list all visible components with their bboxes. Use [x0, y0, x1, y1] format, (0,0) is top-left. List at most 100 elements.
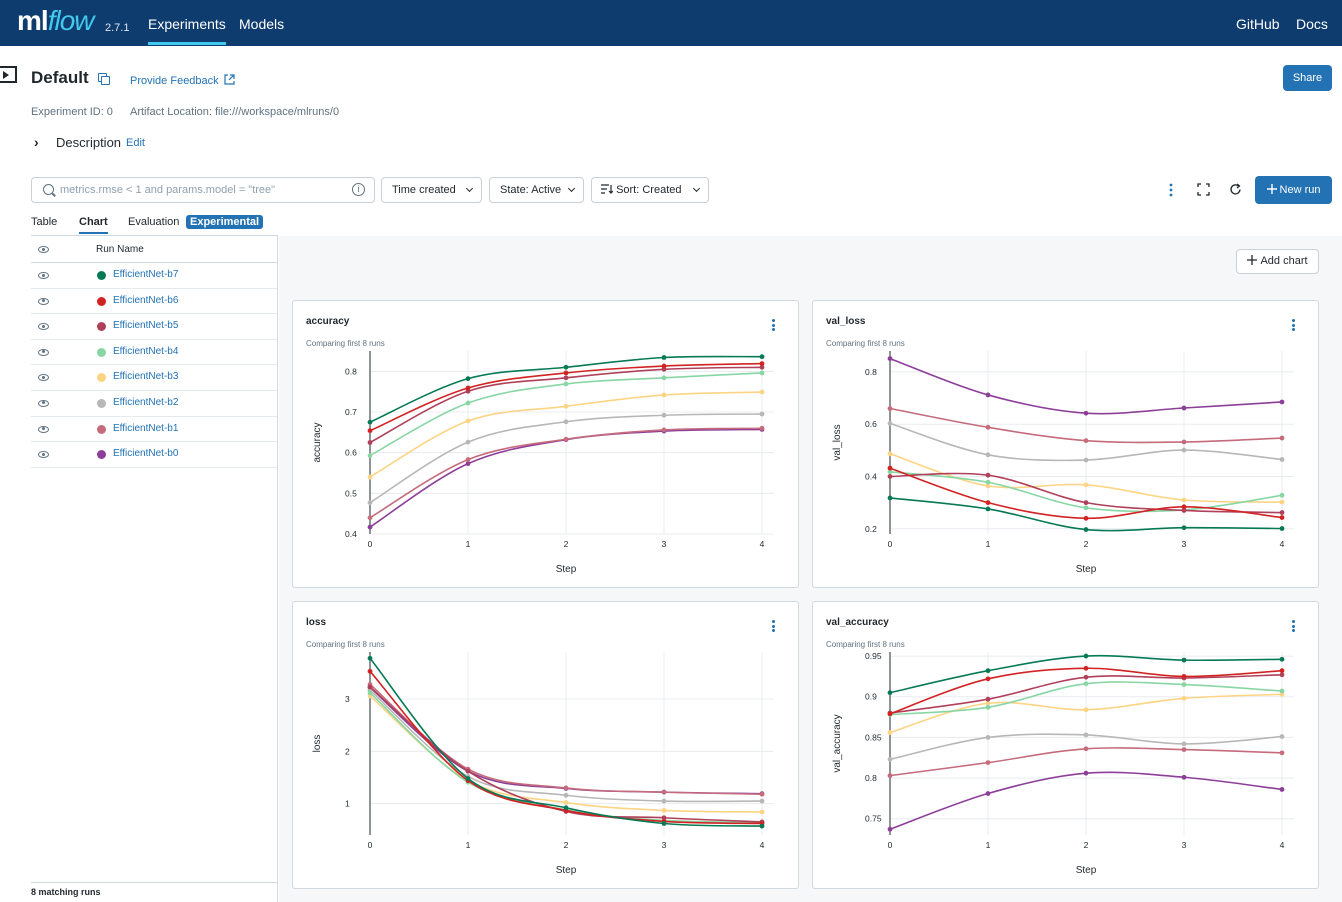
data-point[interactable] — [661, 789, 667, 795]
data-point[interactable] — [1279, 668, 1285, 674]
eye-icon[interactable] — [38, 297, 49, 305]
data-point[interactable] — [985, 704, 991, 710]
data-point[interactable] — [563, 436, 569, 442]
data-point[interactable] — [1279, 457, 1285, 462]
data-point[interactable] — [985, 668, 991, 674]
data-point[interactable] — [759, 370, 765, 376]
tab-evaluation[interactable]: Evaluation — [128, 216, 179, 228]
data-point[interactable] — [985, 452, 991, 458]
data-point[interactable] — [367, 668, 373, 674]
data-point[interactable] — [563, 800, 569, 805]
data-point[interactable] — [887, 773, 893, 779]
description-edit-link[interactable]: Edit — [126, 137, 145, 149]
data-point[interactable] — [661, 392, 667, 398]
data-point[interactable] — [1181, 741, 1187, 747]
data-point[interactable] — [759, 411, 765, 417]
data-point[interactable] — [1181, 674, 1187, 679]
run-name-link[interactable]: EfficientNet-b2 — [113, 397, 178, 408]
data-point[interactable] — [887, 711, 893, 717]
data-point[interactable] — [661, 355, 667, 360]
description-toggle[interactable]: Description — [56, 135, 121, 150]
data-point[interactable] — [1181, 682, 1187, 687]
data-point[interactable] — [1279, 510, 1285, 515]
eye-icon[interactable] — [38, 348, 49, 356]
data-point[interactable] — [1181, 695, 1187, 701]
data-point[interactable] — [887, 474, 893, 479]
data-point[interactable] — [759, 798, 765, 804]
run-name-link[interactable]: EfficientNet-b7 — [113, 269, 178, 280]
eye-icon[interactable] — [38, 399, 49, 407]
data-point[interactable] — [759, 389, 765, 395]
data-point[interactable] — [563, 805, 569, 811]
data-point[interactable] — [563, 785, 569, 791]
data-point[interactable] — [887, 356, 893, 361]
fullscreen-icon[interactable] — [1197, 183, 1210, 196]
data-point[interactable] — [1181, 497, 1187, 503]
data-point[interactable] — [759, 791, 765, 797]
run-row[interactable]: EfficientNet-b0 — [31, 442, 277, 468]
data-point[interactable] — [1279, 499, 1285, 505]
data-point[interactable] — [1279, 435, 1285, 441]
run-row[interactable]: EfficientNet-b1 — [31, 417, 277, 443]
data-point[interactable] — [759, 361, 765, 367]
data-point[interactable] — [465, 376, 471, 382]
data-point[interactable] — [759, 809, 765, 815]
run-name-link[interactable]: EfficientNet-b4 — [113, 346, 178, 357]
data-point[interactable] — [563, 419, 569, 425]
data-point[interactable] — [985, 392, 991, 398]
data-point[interactable] — [1083, 681, 1089, 687]
data-point[interactable] — [887, 826, 893, 832]
data-point[interactable] — [1181, 774, 1187, 780]
sort-dropdown[interactable]: Sort: Created — [591, 177, 709, 203]
data-point[interactable] — [367, 500, 373, 506]
expand-sidebar-icon[interactable] — [0, 66, 17, 83]
run-row[interactable]: EfficientNet-b6 — [31, 289, 277, 315]
eye-icon[interactable] — [38, 246, 49, 253]
data-point[interactable] — [985, 500, 991, 506]
data-point[interactable] — [465, 400, 471, 406]
data-point[interactable] — [1083, 515, 1089, 521]
data-point[interactable] — [661, 375, 667, 381]
data-point[interactable] — [985, 735, 991, 740]
nav-github[interactable]: GitHub — [1236, 16, 1280, 32]
run-row[interactable]: EfficientNet-b7 — [31, 263, 277, 289]
data-point[interactable] — [563, 792, 569, 798]
run-name-link[interactable]: EfficientNet-b3 — [113, 371, 178, 382]
data-point[interactable] — [1083, 505, 1089, 511]
data-point[interactable] — [1279, 526, 1285, 531]
data-point[interactable] — [1083, 674, 1089, 680]
search-box[interactable]: i — [31, 177, 375, 203]
data-point[interactable] — [1083, 665, 1089, 671]
copy-icon[interactable] — [98, 73, 110, 85]
data-point[interactable] — [985, 696, 991, 702]
data-point[interactable] — [465, 768, 471, 774]
data-point[interactable] — [1181, 447, 1187, 453]
share-button[interactable]: Share — [1283, 65, 1332, 91]
data-point[interactable] — [367, 655, 373, 661]
search-input[interactable] — [60, 182, 340, 198]
chevron-right-icon[interactable]: › — [34, 134, 39, 150]
data-point[interactable] — [563, 364, 569, 370]
tab-table[interactable]: Table — [31, 216, 57, 228]
tab-chart[interactable]: Chart — [79, 216, 108, 234]
data-point[interactable] — [465, 457, 471, 462]
data-point[interactable] — [1083, 410, 1089, 416]
time-created-dropdown[interactable]: Time created — [381, 177, 482, 203]
data-point[interactable] — [887, 406, 893, 411]
nav-models[interactable]: Models — [239, 16, 284, 32]
data-point[interactable] — [367, 453, 373, 458]
data-point[interactable] — [1083, 770, 1089, 776]
data-point[interactable] — [563, 370, 569, 376]
run-row[interactable]: EfficientNet-b3 — [31, 365, 277, 391]
provide-feedback-link[interactable]: Provide Feedback — [130, 74, 235, 87]
data-point[interactable] — [887, 465, 893, 471]
data-point[interactable] — [985, 479, 991, 485]
data-point[interactable] — [1279, 656, 1285, 662]
data-point[interactable] — [367, 474, 373, 480]
data-point[interactable] — [465, 418, 471, 424]
data-point[interactable] — [367, 690, 373, 696]
data-point[interactable] — [1279, 787, 1285, 792]
data-point[interactable] — [661, 808, 667, 813]
eye-icon[interactable] — [38, 272, 49, 279]
data-point[interactable] — [887, 421, 893, 426]
